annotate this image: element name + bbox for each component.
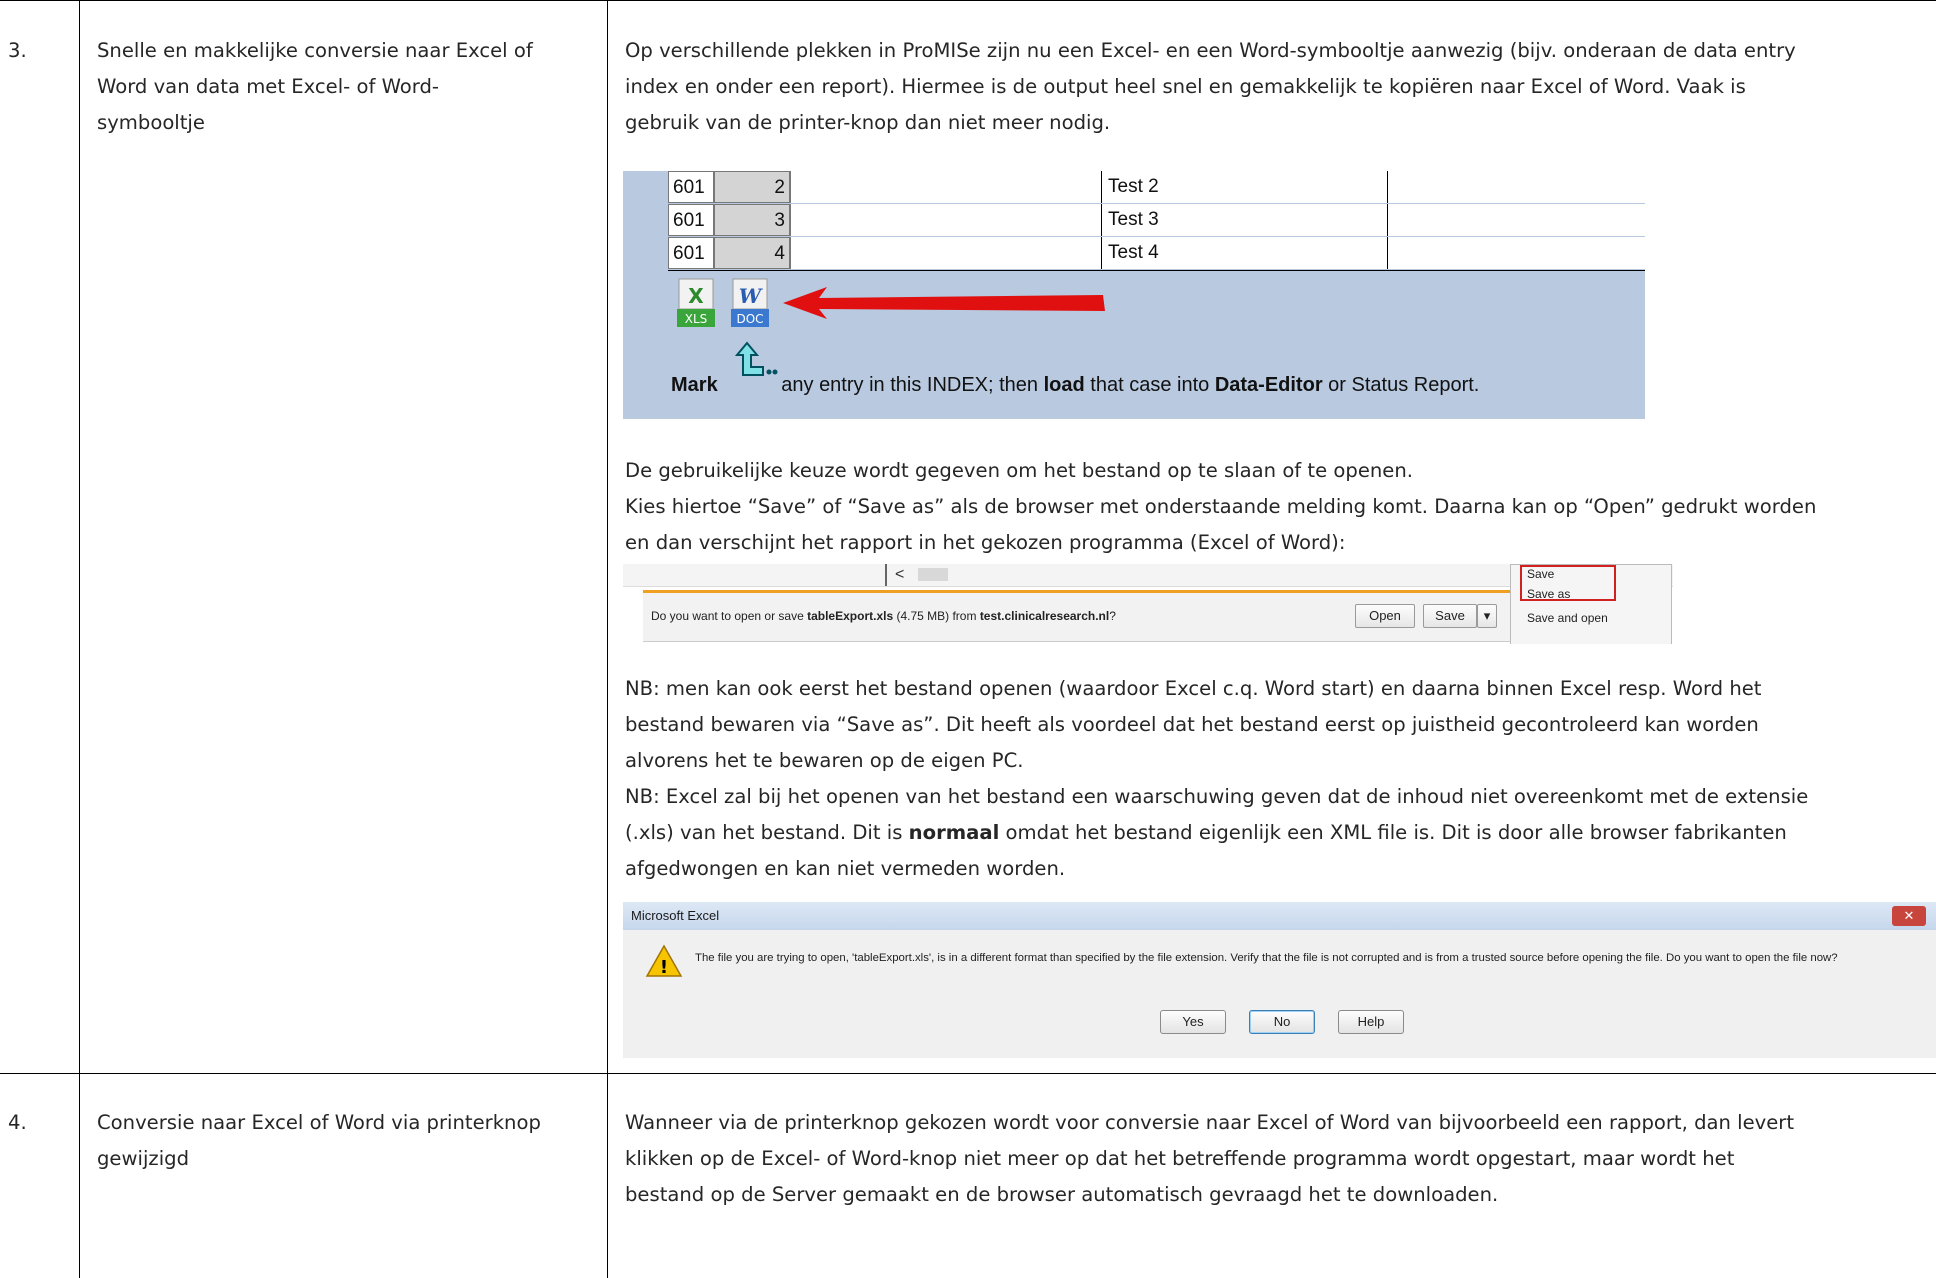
document-table: 3. Snelle en makkelijke conversie naar E… (0, 0, 1936, 1278)
row-number: 4. (8, 1111, 27, 1134)
save-button[interactable]: Save (1423, 604, 1477, 628)
doc-export-icon[interactable]: W DOC (729, 277, 771, 329)
save-instruction-text: De gebruikelijke keuze wordt gegeven om … (625, 459, 1817, 554)
save-options-menu: Save Save as Save and open (1510, 564, 1672, 644)
index-row: 601 4 Test 4 (668, 237, 1645, 271)
download-bar-screenshot: < Do you want to open or save tableExpor… (623, 564, 1673, 644)
row-divider (0, 1073, 1936, 1074)
index-instruction: Mark any entry in this INDEX; then load … (671, 374, 1480, 396)
warning-icon: ! (645, 944, 683, 978)
column-divider (607, 1, 608, 1278)
scroll-left-icon[interactable]: < (895, 566, 904, 584)
menu-item-save-and-open[interactable]: Save and open (1527, 611, 1608, 625)
svg-text:XLS: XLS (685, 312, 708, 326)
column-divider (79, 1, 80, 1278)
red-arrow-icon (783, 287, 1105, 319)
yes-button[interactable]: Yes (1160, 1010, 1226, 1034)
row-description: Conversie naar Excel of Word via printer… (97, 1111, 541, 1170)
save-dropdown-button[interactable]: ▾ (1477, 604, 1497, 628)
xls-export-icon[interactable]: X XLS (675, 277, 717, 329)
index-screenshot: 601 2 Test 2 601 3 Test 3 601 4 Test 4 X (623, 171, 1645, 419)
index-row: 601 3 Test 3 (668, 204, 1645, 238)
excel-warning-dialog: Microsoft Excel ✕ ! The file you are try… (623, 902, 1936, 1058)
highlight-box (1520, 565, 1616, 601)
download-prompt: Do you want to open or save tableExport.… (651, 609, 1116, 623)
row-number: 3. (8, 39, 27, 62)
svg-text:X: X (688, 284, 704, 308)
index-row: 601 2 Test 2 (668, 171, 1645, 205)
nb-excel-warning-text: NB: Excel zal bij het openen van het bes… (625, 785, 1809, 880)
svg-text:W: W (739, 284, 764, 308)
row-description: Snelle en makkelijke conversie naar Exce… (97, 39, 533, 134)
svg-text:DOC: DOC (736, 312, 763, 326)
row-intro-text: Op verschillende plekken in ProMISe zijn… (625, 39, 1796, 134)
svg-text:!: ! (660, 957, 668, 978)
close-icon[interactable]: ✕ (1892, 906, 1926, 926)
row-body-text: Wanneer via de printerknop gekozen wordt… (625, 1111, 1795, 1206)
no-button[interactable]: No (1249, 1010, 1315, 1034)
dialog-title: Microsoft Excel (631, 908, 720, 923)
help-button[interactable]: Help (1338, 1010, 1404, 1034)
nb-open-first-text: NB: men kan ook eerst het bestand openen… (625, 677, 1762, 772)
open-button[interactable]: Open (1355, 604, 1415, 628)
dialog-message: The file you are trying to open, 'tableE… (695, 952, 1838, 964)
